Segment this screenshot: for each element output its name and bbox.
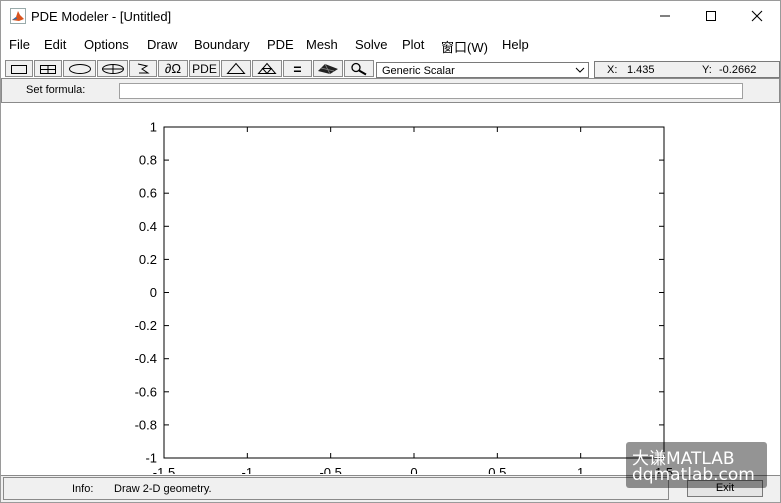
axes-box bbox=[163, 126, 665, 459]
rectangle-icon bbox=[11, 64, 27, 74]
solve-icon: = bbox=[293, 60, 302, 77]
menu-bar: File Edit Options Draw Boundary PDE Mesh… bbox=[1, 32, 780, 56]
info-panel: Info: Draw 2-D geometry. bbox=[3, 477, 669, 500]
menu-solve[interactable]: Solve bbox=[355, 37, 388, 52]
draw-ellipse-centered-button[interactable] bbox=[97, 60, 128, 77]
x-tick-label: 1 bbox=[577, 465, 584, 474]
refine-mesh-button[interactable] bbox=[252, 60, 282, 77]
y-tick-label: -0.6 bbox=[135, 384, 157, 399]
watermark-line-2: dqmatlab.com bbox=[632, 465, 755, 485]
x-tick-label: -1 bbox=[242, 465, 254, 474]
x-coord-value: 1.435 bbox=[627, 64, 655, 76]
y-coord-label: Y: bbox=[702, 64, 712, 76]
set-formula-label: Set formula: bbox=[26, 84, 86, 96]
ellipse-centered-icon bbox=[101, 63, 124, 74]
boundary-mode-icon: ∂Ω bbox=[164, 61, 182, 76]
y-coord-value: -0.2662 bbox=[719, 64, 757, 76]
menu-mesh[interactable]: Mesh bbox=[306, 37, 338, 52]
title-bar: PDE Modeler - [Untitled] bbox=[1, 1, 780, 31]
y-tick-label: 0.4 bbox=[139, 219, 157, 234]
x-tick-label: -1.5 bbox=[153, 465, 175, 474]
menu-boundary[interactable]: Boundary bbox=[194, 37, 250, 52]
pde-spec-label: PDE bbox=[192, 61, 217, 76]
formula-bar: Set formula: bbox=[1, 78, 780, 103]
matlab-logo-icon bbox=[10, 8, 26, 24]
boundary-mode-button[interactable]: ∂Ω bbox=[158, 60, 188, 77]
draw-rectangle-button[interactable] bbox=[5, 60, 33, 77]
refine-mesh-icon bbox=[257, 62, 277, 75]
y-tick-label: -0.2 bbox=[135, 318, 157, 333]
rectangle-centered-icon bbox=[40, 64, 56, 74]
close-button[interactable] bbox=[734, 1, 780, 31]
menu-draw[interactable]: Draw bbox=[147, 37, 177, 52]
x-tick-label: -0.5 bbox=[319, 465, 341, 474]
maximize-button[interactable] bbox=[688, 1, 734, 31]
close-icon bbox=[751, 10, 763, 22]
info-text: Draw 2-D geometry. bbox=[114, 483, 212, 495]
plot-icon bbox=[318, 63, 338, 75]
zoom-button[interactable] bbox=[344, 60, 374, 77]
minimize-icon bbox=[660, 15, 670, 17]
plot-button[interactable] bbox=[313, 60, 343, 77]
init-mesh-icon bbox=[226, 62, 246, 74]
info-label: Info: bbox=[72, 483, 94, 495]
y-tick-label: 0 bbox=[150, 285, 157, 300]
init-mesh-button[interactable] bbox=[221, 60, 251, 77]
y-tick-label: -0.4 bbox=[135, 351, 157, 366]
polygon-icon bbox=[137, 63, 150, 74]
window-title: PDE Modeler - [Untitled] bbox=[31, 9, 172, 24]
menu-edit[interactable]: Edit bbox=[44, 37, 66, 52]
draw-ellipse-button[interactable] bbox=[63, 60, 96, 77]
pointer-coordinates: X: 1.435 Y: -0.2662 bbox=[594, 61, 780, 78]
solve-button[interactable]: = bbox=[283, 60, 312, 77]
ellipse-icon bbox=[68, 63, 91, 74]
set-formula-input[interactable] bbox=[119, 83, 743, 99]
menu-window[interactable]: 窗口(W) bbox=[441, 37, 488, 56]
chevron-down-icon bbox=[575, 67, 585, 73]
y-tick-label: 0.6 bbox=[139, 186, 157, 201]
plot-area[interactable]: 1 0.8 0.6 0.4 0.2 0 -0.2 -0.4 -0.6 -0.8 -1 -1.5 -1 -0… bbox=[1, 104, 780, 481]
x-tick-label: 0.5 bbox=[488, 465, 506, 474]
draw-polygon-button[interactable] bbox=[129, 60, 157, 77]
y-tick-label: -0.8 bbox=[135, 417, 157, 432]
x-tick-label: 0 bbox=[410, 465, 417, 474]
menu-file[interactable]: File bbox=[9, 37, 30, 52]
geometry-axes[interactable]: 10.80.60.40.20-0.2-0.4-0.6-0.8-1-1.5 -1 -0… bbox=[1, 104, 780, 481]
pde-modeler-window: PDE Modeler - [Untitled] File Edit Optio… bbox=[0, 0, 781, 503]
zoom-icon bbox=[351, 62, 367, 75]
x-coord-label: X: bbox=[607, 64, 618, 76]
application-mode-select[interactable]: Generic Scalar bbox=[376, 62, 589, 78]
y-tick-label: 1 bbox=[150, 120, 157, 135]
menu-options[interactable]: Options bbox=[84, 37, 129, 52]
application-mode-value: Generic Scalar bbox=[382, 65, 455, 77]
y-tick-label: 0.8 bbox=[139, 153, 157, 168]
watermark: 大谦MATLAB dqmatlab.com bbox=[626, 442, 767, 488]
menu-plot[interactable]: Plot bbox=[402, 37, 424, 52]
y-tick-label: 0.2 bbox=[139, 252, 157, 267]
maximize-icon bbox=[706, 11, 716, 21]
draw-rectangle-centered-button[interactable] bbox=[34, 60, 62, 77]
pde-spec-button[interactable]: PDE bbox=[189, 60, 220, 77]
minimize-button[interactable] bbox=[642, 1, 688, 31]
y-tick-label: -1 bbox=[145, 451, 157, 466]
menu-help[interactable]: Help bbox=[502, 37, 529, 52]
menu-pde[interactable]: PDE bbox=[267, 37, 294, 52]
